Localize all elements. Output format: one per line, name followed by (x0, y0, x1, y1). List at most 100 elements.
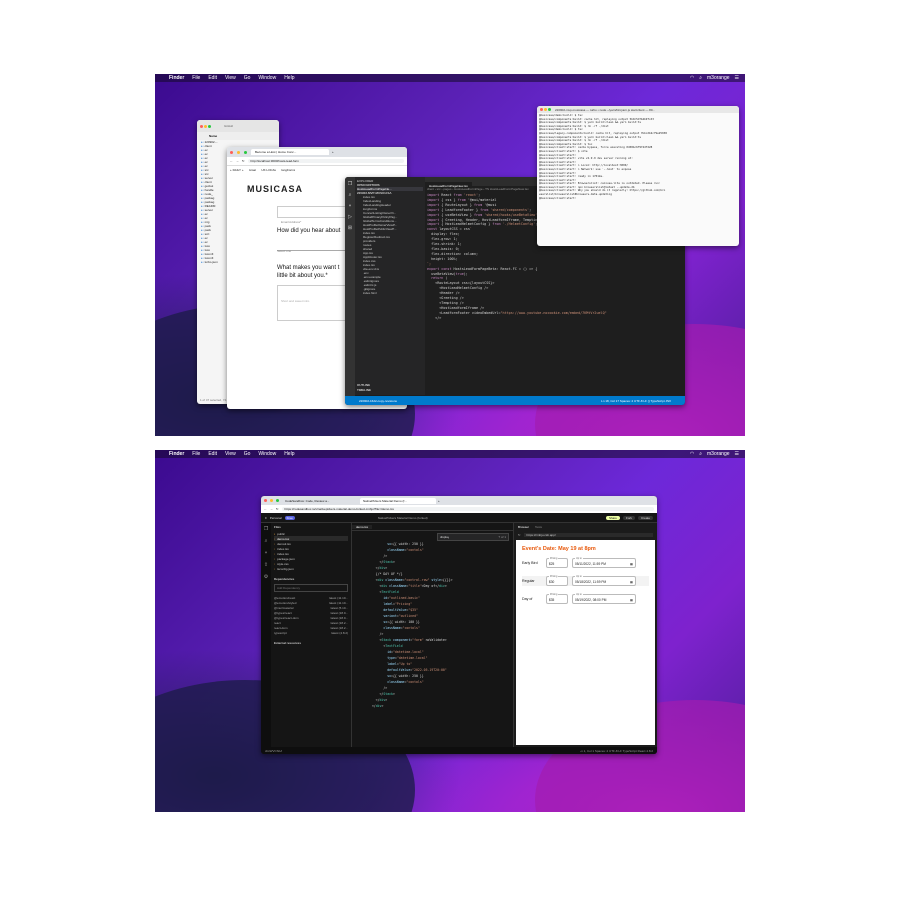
terminal-line: @musicasa/client:start: (539, 196, 577, 200)
search-icon[interactable]: ⌕ (345, 190, 355, 201)
menu-edit[interactable]: Edit (208, 75, 217, 81)
settings-icon[interactable]: ⚙ (261, 571, 271, 583)
add-dependency-input[interactable]: Add Dependency (274, 584, 348, 592)
file-icon: ▫ (274, 536, 276, 541)
control-center-icon[interactable]: ☰ (735, 75, 739, 81)
menubar-app[interactable]: Finder (169, 75, 184, 81)
menu-go[interactable]: Go (244, 451, 251, 457)
create-button[interactable]: Create (637, 515, 653, 520)
calendar-icon[interactable]: ▦ (630, 580, 633, 584)
back-icon[interactable]: ← (264, 507, 267, 511)
search-icon[interactable]: ⌕ (699, 75, 702, 81)
finder-column-header[interactable]: Name (197, 132, 279, 140)
pricing-field[interactable]: Pricing $25 (546, 557, 568, 568)
file-icon: ▫ (274, 541, 276, 546)
fork-button[interactable]: Fork (622, 515, 635, 520)
browser-tab-codesandbox[interactable]: CodeSandbox: Code, Review a... (282, 498, 358, 504)
dependency-version: latest (18.2... (330, 625, 348, 630)
address-bar[interactable]: https://codesandbox.io/s/nativepickers-m… (281, 507, 654, 511)
vscode-statusbar: 220902-1622-copy-revisions Ln 18, Col 17… (345, 396, 685, 405)
menubar-user[interactable]: m3orange (707, 451, 730, 457)
browser-toolbar: ← → ↻ http://localhost:3000/hosts-lead-f… (227, 157, 407, 166)
browser-tab-demo[interactable]: NativePickers Material Demo (f... (360, 497, 436, 504)
git-branch[interactable]: 220902-1622-copy-revisions (359, 399, 397, 403)
bookmark-longforms[interactable]: longForms (281, 168, 295, 172)
menu-edit[interactable]: Edit (208, 451, 217, 457)
csb-workspace[interactable]: Personal (270, 516, 282, 520)
pricing-field[interactable]: Pricing $30 (546, 575, 568, 586)
menu-go[interactable]: Go (244, 75, 251, 81)
find-count: ? of 1 (498, 535, 506, 539)
new-tab-button[interactable]: + (332, 150, 334, 154)
reload-icon[interactable]: ↻ (276, 507, 279, 511)
control-center-icon[interactable]: ☰ (735, 451, 739, 457)
code-editor[interactable]: sx={{ width: 250 }} className="contols" … (368, 541, 511, 745)
browser-tab[interactable]: Become a Host | Home Conc... (251, 149, 329, 155)
upto-label: Up to (575, 575, 583, 578)
address-bar[interactable]: http://localhost:3000/hosts-lead-form (247, 159, 404, 163)
git-icon[interactable]: ⑂ (261, 547, 271, 559)
reload-icon[interactable]: ↻ (242, 159, 245, 163)
search-icon[interactable]: ⌕ (261, 535, 271, 547)
source-control-icon[interactable]: ⑂ (345, 201, 355, 212)
files-title[interactable]: Files (274, 525, 348, 529)
file-label: index.tsx (277, 546, 289, 551)
menu-help[interactable]: Help (284, 75, 294, 81)
share-button[interactable]: Share (605, 515, 620, 520)
bookmark-uk-local[interactable]: UK LOCAL (261, 168, 276, 172)
menu-window[interactable]: Window (258, 75, 276, 81)
dependency-row[interactable]: typescript latest (4.8.2) (274, 630, 348, 635)
preview-url[interactable]: https://cmbju.csb.app/ (523, 533, 653, 537)
file-item[interactable]: ▫ tsconfig.json (274, 566, 348, 571)
wifi-icon[interactable]: ◠ (690, 75, 694, 81)
date-field[interactable]: Up to 05/19/2022, 08:00 PM ▦ (572, 593, 636, 604)
date-field[interactable]: Up to 05/11/2022, 11:59 PM ▦ (572, 557, 636, 568)
menu-file[interactable]: File (192, 75, 200, 81)
explorer-icon[interactable]: ❐ (345, 179, 355, 190)
menu-file[interactable]: File (192, 451, 200, 457)
bookmark-gmail[interactable]: Gmail (249, 168, 257, 172)
status-right[interactable]: Ln 1, Col 1 Spaces: 2 UTF-8 LF TypeScrip… (580, 749, 653, 753)
calendar-icon[interactable]: ▦ (630, 562, 633, 566)
find-input[interactable]: display (440, 535, 449, 539)
preview-tab-tests[interactable]: Tests (535, 525, 542, 529)
project-title[interactable]: NativePickers Material Demo (forked) (378, 516, 428, 520)
date-value: 05/11/2022, 11:59 PM (575, 562, 606, 566)
menubar-app[interactable]: Finder (169, 451, 184, 457)
menubar-user[interactable]: m3orange (707, 75, 730, 81)
dependency-name: @mui/material (274, 605, 294, 610)
preview-tab-browser[interactable]: Browser (518, 525, 529, 529)
run-debug-icon[interactable]: ▷ (345, 212, 355, 223)
deploy-icon[interactable]: ⇪ (261, 559, 271, 571)
terminal-output[interactable]: @musicasa/demo:build: $ tsc @musicasa/com… (537, 113, 739, 201)
new-tab-button[interactable]: + (438, 499, 440, 503)
editor-breadcrumb[interactable]: client › src › pages › HostsLeadFormPage… (427, 187, 529, 191)
outline-section[interactable]: OUTLINE (357, 383, 370, 387)
calendar-icon[interactable]: ▦ (630, 598, 633, 602)
dependency-name: @emotion/react (274, 595, 296, 600)
menu-help[interactable]: Help (284, 451, 294, 457)
forward-icon[interactable]: → (270, 507, 273, 511)
file-tree-item[interactable]: index.html (357, 291, 423, 295)
date-field[interactable]: Up to 05/18/2022, 11:59 PM ▦ (572, 575, 636, 586)
bookmark-daily[interactable]: + DAILY + (230, 168, 244, 172)
back-icon[interactable]: ← (230, 159, 233, 163)
files-icon[interactable]: ❐ (261, 523, 271, 535)
pricing-field[interactable]: Pricing $35 (546, 593, 568, 604)
extensions-icon[interactable]: ⊞ (345, 223, 355, 234)
forward-icon[interactable]: → (236, 159, 239, 163)
menu-icon[interactable]: ≡ (265, 516, 267, 520)
menu-window[interactable]: Window (258, 451, 276, 457)
external-resources[interactable]: External resources (274, 641, 348, 645)
menu-view[interactable]: View (225, 75, 236, 81)
preview-reload-icon[interactable]: ↻ (518, 533, 521, 537)
search-icon[interactable]: ⌕ (699, 451, 702, 457)
editor-status[interactable]: Ln 18, Col 17 Spaces: 2 UTF-8 LF {} Type… (601, 399, 671, 403)
menu-view[interactable]: View (225, 451, 236, 457)
editor-tab[interactable]: demo.tsx (352, 524, 373, 529)
wifi-icon[interactable]: ◠ (690, 451, 694, 457)
find-widget[interactable]: display ? of 1 (437, 533, 509, 541)
dependencies-title[interactable]: Dependencies (274, 577, 348, 581)
timeline-section[interactable]: TIMELINE (357, 388, 371, 392)
mac-menubar: Finder File Edit View Go Window Help ◠ ⌕… (155, 450, 745, 458)
